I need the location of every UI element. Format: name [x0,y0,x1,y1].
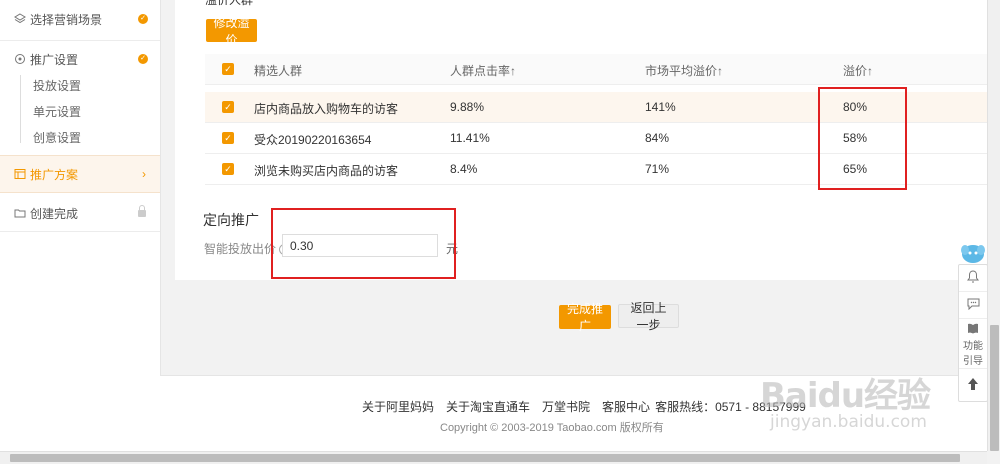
click-rate: 8.4% [450,162,478,176]
footer-links: 关于阿里妈妈 关于淘宝直通车 万堂书院 客服中心 客服热线：0571 - 881… [362,398,806,415]
footer-link[interactable]: 客服中心 [602,398,650,415]
book-icon [967,323,979,337]
sidebar-item-promo-settings[interactable]: 推广设置 ✓ [0,44,160,74]
sidebar-item-label: 推广方案 [30,167,79,182]
sidebar-item-label: 选择营销场景 [30,12,103,27]
row-checkbox[interactable]: ✓ [222,163,234,175]
market-avg-premium: 141% [645,100,676,114]
click-rate: 11.41% [450,131,490,145]
copyright: Copyright © 2003-2019 Taobao.com 版权所有 [440,422,664,434]
sidebar-subitem-label: 单元设置 [33,104,82,119]
column-header: 精选人群 [254,64,303,78]
modify-premium-button[interactable]: 修改溢价 [206,16,257,47]
column-header[interactable]: 人群点击率↑ [450,62,516,79]
vertical-scrollbar[interactable] [987,0,1000,451]
sidebar-item-label: 推广设置 [30,52,79,67]
mascot-icon[interactable] [960,242,986,266]
back-button[interactable]: 返回上一步 [618,301,679,332]
sidebar-item-created[interactable]: 创建完成 [0,198,160,228]
sidebar-item-promo-plan[interactable]: 推广方案 › [0,155,160,193]
horizontal-scrollbar[interactable] [0,451,987,464]
lock-icon [138,205,146,217]
highlight-box-premium [818,87,907,190]
market-avg-premium: 84% [645,131,670,145]
baidu-watermark: Baidu经验 [760,376,931,416]
footer-link[interactable]: 万堂书院 [542,398,590,415]
guide-label: 引导 [963,356,983,367]
baidu-watermark-url: jingyan.baidu.com [770,412,927,432]
layers-icon [14,13,26,25]
column-header[interactable]: 溢价↑ [843,62,873,79]
check-icon: ✓ [138,54,148,64]
feature-guide-button[interactable]: 功能 引导 [959,319,987,369]
crowd-name: 受众20190220163654 [254,133,372,147]
row-checkbox[interactable]: ✓ [222,101,234,113]
table-header: ✓ 精选人群 人群点击率↑ 市场平均溢价↑ 溢价↑ [205,54,987,85]
footer-link[interactable]: 关于阿里妈妈 [362,398,434,415]
scrollbar-thumb[interactable] [990,325,999,451]
highlight-box-bid [271,208,456,279]
sidebar: 选择营销场景 ✓ 推广设置 ✓ 投放设置 单元设置 创意设置 推广方案 › 创建… [0,0,161,463]
folder-icon [14,207,26,219]
sidebar-subitem-label: 投放设置 [33,78,82,93]
chevron-right-icon: › [142,167,146,181]
crowd-name: 店内商品放入购物车的访客 [254,102,399,116]
section-title: 定向推广 [203,212,259,228]
target-icon [14,53,26,65]
click-rate: 9.88% [450,100,485,114]
column-header[interactable]: 市场平均溢价↑ [645,62,723,79]
divider [0,40,160,41]
partial-heading: 溢价人群 [205,0,254,7]
plan-icon [14,168,26,180]
bell-icon [967,270,979,286]
bid-label-text: 智能投放出价 [204,242,277,256]
sidebar-item-marketing-scene[interactable]: 选择营销场景 ✓ [0,4,160,34]
crowd-name: 浏览未购买店内商品的访客 [254,164,399,178]
select-all-checkbox[interactable]: ✓ [222,63,234,75]
chat-button[interactable] [959,292,987,319]
sidebar-subitem-label: 创意设置 [33,130,82,145]
check-icon: ✓ [138,14,148,24]
guide-label: 功能 [963,341,983,352]
finish-button[interactable]: 完成推广 [559,302,611,333]
divider [0,231,160,232]
arrow-up-icon [967,377,979,394]
tree-line [20,75,21,143]
footer-link[interactable]: 关于淘宝直通车 [446,398,530,415]
row-checkbox[interactable]: ✓ [222,132,234,144]
floating-toolbar: 功能 引导 [958,264,988,402]
back-to-top-button[interactable] [959,370,987,400]
market-avg-premium: 71% [645,162,670,176]
scrollbar-thumb[interactable] [10,454,960,462]
chat-icon [967,298,980,313]
sidebar-item-label: 创建完成 [30,206,79,221]
notification-button[interactable] [959,265,987,292]
